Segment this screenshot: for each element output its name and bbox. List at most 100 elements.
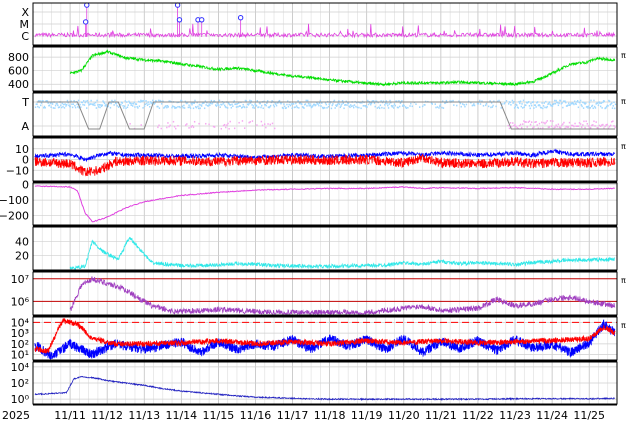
phase-A-point (172, 120, 175, 123)
phase-T-point (98, 104, 101, 106)
phase-T-point (575, 103, 577, 105)
phase-T-point (523, 106, 525, 108)
phase-T-point (124, 100, 126, 102)
phase-T-point (477, 102, 479, 105)
y-tick-label: 600 (8, 65, 29, 78)
phase-T-point (56, 102, 58, 105)
panel-frame-dst (32, 182, 618, 226)
phase-T-point (611, 107, 614, 109)
phase-T-point (101, 104, 103, 107)
phase-A-point (604, 125, 606, 128)
year-label: 2025 (2, 409, 30, 422)
phase-T-point (96, 99, 98, 102)
phase-T-point (94, 104, 96, 107)
phase-T-point (525, 104, 527, 107)
phase-T-point (60, 106, 63, 109)
phase-A-point (508, 127, 511, 130)
phase-A-point (175, 127, 177, 130)
phase-T-point (109, 106, 112, 109)
phase-A-point (612, 120, 614, 122)
phase-T-point (445, 99, 448, 102)
phase-T-point (367, 99, 369, 102)
phase-T-point (341, 100, 344, 102)
phase-T-point (539, 104, 541, 107)
phase-T-point (462, 103, 464, 105)
phase-T-point (69, 105, 72, 108)
phase-T-point (441, 106, 443, 109)
phase-T-point (265, 104, 267, 107)
series-layer (34, 2, 617, 401)
phase-T-point (403, 104, 405, 107)
phase-T-point (79, 103, 81, 106)
x-tick-label: 11/25 (573, 409, 605, 422)
phase-A-point (510, 125, 513, 128)
phase-A-point (208, 123, 210, 126)
phase-T-point (294, 106, 296, 108)
phase-T-point (97, 104, 99, 106)
phase-T-point (374, 105, 376, 108)
panel-right-label: π (621, 97, 626, 106)
phase-T-point (57, 104, 59, 107)
phase-T-point (116, 105, 118, 107)
phase-T-point (230, 106, 233, 109)
phase-T-point (516, 104, 518, 106)
phase-T-point (295, 105, 298, 107)
phase-T-point (146, 104, 149, 107)
phase-A-point (562, 123, 564, 125)
phase-T-point (530, 104, 533, 107)
phase-A-point (249, 121, 251, 123)
phase-T-point (61, 102, 63, 105)
phase-A-point (540, 121, 543, 124)
y-tick-label: 10⁴ (11, 361, 30, 374)
phase-T-point (421, 105, 424, 108)
phase-T-point (418, 106, 421, 108)
phase-T-point (73, 99, 75, 102)
phase-T-point (286, 103, 288, 106)
phase-T-point (326, 107, 328, 109)
phase-A-point (592, 124, 594, 126)
phase-T-point (352, 106, 355, 109)
y-tick-label: 10⁶ (11, 295, 30, 308)
phase-T-point (241, 106, 244, 109)
phase-T-point (62, 105, 64, 108)
phase-T-point (157, 105, 159, 108)
phase-T-point (64, 103, 66, 105)
phase-T-point (143, 99, 145, 102)
phase-T-point (490, 106, 492, 109)
phase-T-point (219, 106, 221, 108)
phase-T-point (453, 104, 455, 106)
phase-T-point (306, 105, 308, 107)
phase-A-point (556, 125, 558, 128)
phase-T-point (353, 104, 356, 106)
phase-A-point (613, 125, 615, 127)
phase-T-point (209, 102, 212, 105)
phase-T-point (338, 103, 341, 105)
phase-T-point (614, 107, 616, 110)
phase-T-point (324, 107, 326, 109)
phase-T-point (492, 104, 494, 107)
bfield-bz-series (34, 153, 616, 177)
phase-T-point (249, 102, 252, 104)
phase-T-point (297, 99, 299, 102)
phase-T-point (518, 100, 520, 103)
phase-A-point (213, 126, 216, 128)
phase-T-point (278, 99, 281, 102)
x-tick-label: 11/18 (314, 409, 346, 422)
phase-T-point (510, 104, 512, 106)
phase-T-point (90, 99, 92, 102)
phase-T-point (197, 105, 199, 108)
phase-T-point (120, 103, 122, 106)
phase-T-point (464, 105, 466, 108)
phase-A-point (594, 125, 596, 127)
phase-T-point (393, 103, 396, 105)
phase-T-point (143, 105, 146, 108)
x-tick-label: 11/20 (388, 409, 420, 422)
phase-T-point (137, 107, 139, 109)
phase-A-point (526, 126, 528, 128)
phase-T-point (38, 106, 40, 109)
phase-T-point (305, 99, 307, 102)
phase-T-point (167, 106, 169, 108)
phase-T-point (346, 104, 348, 106)
phase-T-point (252, 105, 255, 107)
phase-T-point (198, 103, 201, 106)
